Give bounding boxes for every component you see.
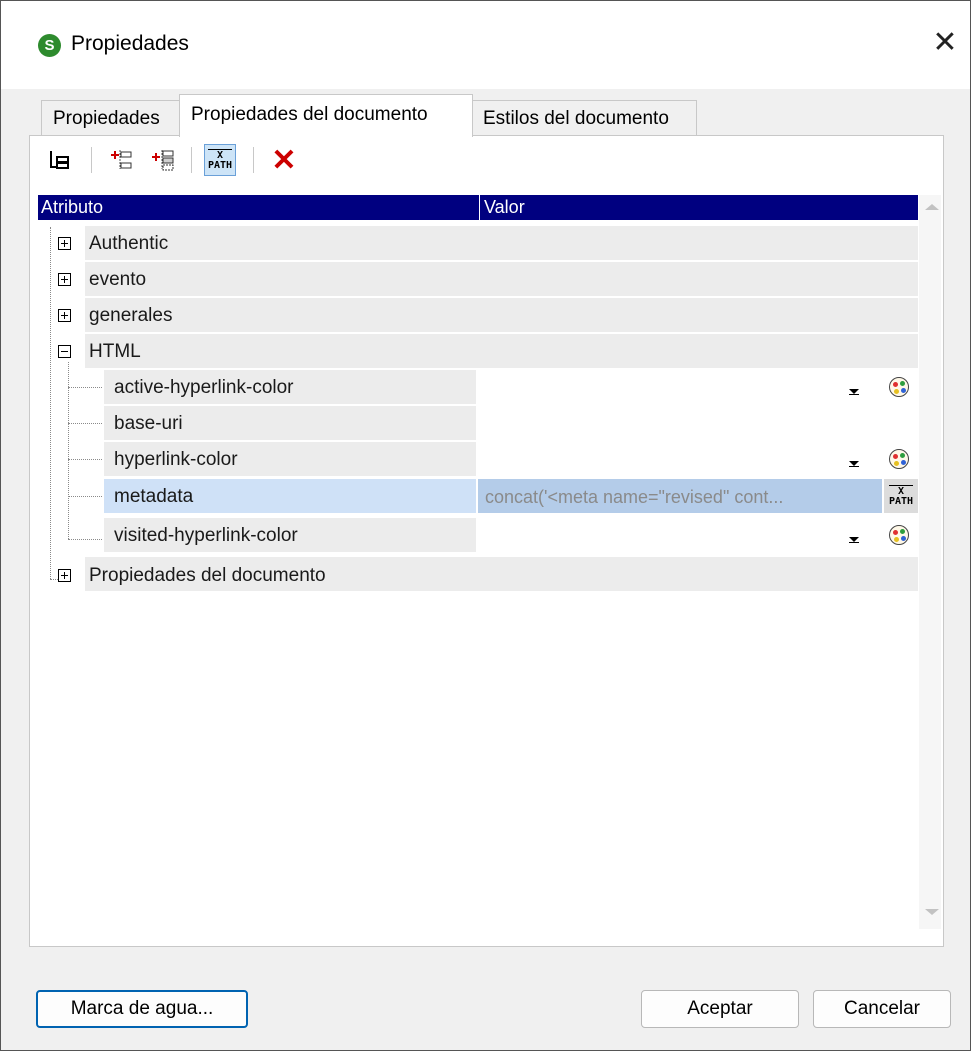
watermark-button[interactable]: Marca de agua...	[36, 990, 248, 1028]
property-label-visited-hyperlink-color: visited-hyperlink-color	[114, 525, 298, 546]
toolbar-separator	[91, 147, 92, 173]
app-logo-icon: S	[38, 34, 61, 57]
delete-icon: ✕	[271, 143, 297, 177]
table-row[interactable]	[85, 226, 918, 260]
group-label-propiedades-del-documento: Propiedades del documento	[89, 565, 326, 586]
tree-guide-line	[68, 362, 69, 539]
chevron-down-icon	[849, 388, 859, 394]
color-palette-icon[interactable]	[889, 525, 909, 545]
column-divider[interactable]	[479, 195, 480, 220]
group-label-authentic: Authentic	[89, 233, 169, 254]
xpath-icon-bottom: PATH	[207, 160, 233, 171]
tree-guide-line	[68, 496, 102, 497]
insert-property-icon	[111, 150, 132, 169]
column-header-attribute[interactable]: Atributo	[41, 197, 103, 218]
xpath-toggle-icon: X PATH	[207, 149, 233, 171]
expand-icon[interactable]	[58, 309, 71, 322]
vertical-scrollbar[interactable]	[919, 195, 941, 929]
append-property-icon	[152, 150, 174, 171]
group-label-html: HTML	[89, 341, 141, 362]
property-label-base-uri: base-uri	[114, 413, 183, 434]
expand-icon[interactable]	[58, 569, 71, 582]
table-row[interactable]	[85, 298, 918, 332]
tab-estilos-del-documento[interactable]: Estilos del documento	[471, 100, 697, 136]
toolbar-separator	[253, 147, 254, 173]
metadata-value-text: concat('<meta name="revised" cont...	[485, 487, 784, 507]
property-label-metadata: metadata	[114, 486, 194, 507]
scroll-down-icon[interactable]	[925, 909, 939, 915]
table-row[interactable]	[85, 262, 918, 296]
group-label-evento: evento	[89, 269, 147, 290]
toolbar-separator	[191, 147, 192, 173]
tree-guide-line	[68, 423, 102, 424]
tree-guide-line	[68, 459, 102, 460]
tab-propiedades[interactable]: Propiedades	[41, 100, 181, 136]
dropdown-button[interactable]	[846, 380, 862, 398]
color-palette-icon[interactable]	[889, 449, 909, 469]
xpath-icon: X PATH	[888, 485, 914, 507]
color-palette-icon[interactable]	[889, 377, 909, 397]
column-header-value[interactable]: Valor	[484, 197, 525, 218]
tab-label: Propiedades del documento	[191, 104, 428, 125]
property-label-active-hyperlink-color: active-hyperlink-color	[114, 377, 294, 398]
tab-label: Propiedades	[53, 108, 160, 129]
hierarchy-view-icon	[50, 151, 69, 169]
tab-propiedades-del-documento[interactable]: Propiedades del documento	[179, 94, 473, 137]
tree-guide-line	[68, 539, 102, 540]
xpath-toggle-button[interactable]: X PATH	[204, 144, 236, 176]
title-bar: S Propiedades ✕	[1, 1, 970, 89]
delete-button[interactable]: ✕	[268, 143, 300, 177]
cancel-button[interactable]: Cancelar	[813, 990, 951, 1028]
append-property-button[interactable]	[147, 144, 179, 176]
grid-header: Atributo Valor	[38, 195, 918, 220]
dropdown-button[interactable]	[846, 452, 862, 470]
properties-dialog: S Propiedades ✕ Propiedades Propiedades …	[0, 0, 971, 1051]
expand-icon[interactable]	[58, 237, 71, 250]
insert-property-button[interactable]	[105, 144, 137, 176]
tree-guide-line	[50, 227, 51, 579]
hierarchy-view-button[interactable]	[43, 144, 75, 176]
close-button[interactable]: ✕	[929, 27, 961, 59]
tab-label: Estilos del documento	[483, 108, 669, 129]
scroll-up-icon[interactable]	[925, 204, 939, 210]
tree-guide-line	[50, 579, 58, 580]
chevron-down-icon	[849, 536, 859, 542]
expand-icon[interactable]	[58, 273, 71, 286]
window-title: Propiedades	[71, 32, 189, 55]
xpath-icon-bottom: PATH	[888, 496, 914, 507]
chevron-down-icon	[849, 460, 859, 466]
table-row[interactable]	[85, 334, 918, 368]
property-label-hyperlink-color: hyperlink-color	[114, 449, 238, 470]
dropdown-button[interactable]	[846, 528, 862, 546]
property-value-base-uri[interactable]	[478, 406, 881, 440]
ok-button[interactable]: Aceptar	[641, 990, 799, 1028]
group-label-generales: generales	[89, 305, 173, 326]
tree-guide-line	[68, 387, 102, 388]
collapse-icon[interactable]	[58, 345, 71, 358]
xpath-edit-button[interactable]: X PATH	[884, 479, 918, 513]
